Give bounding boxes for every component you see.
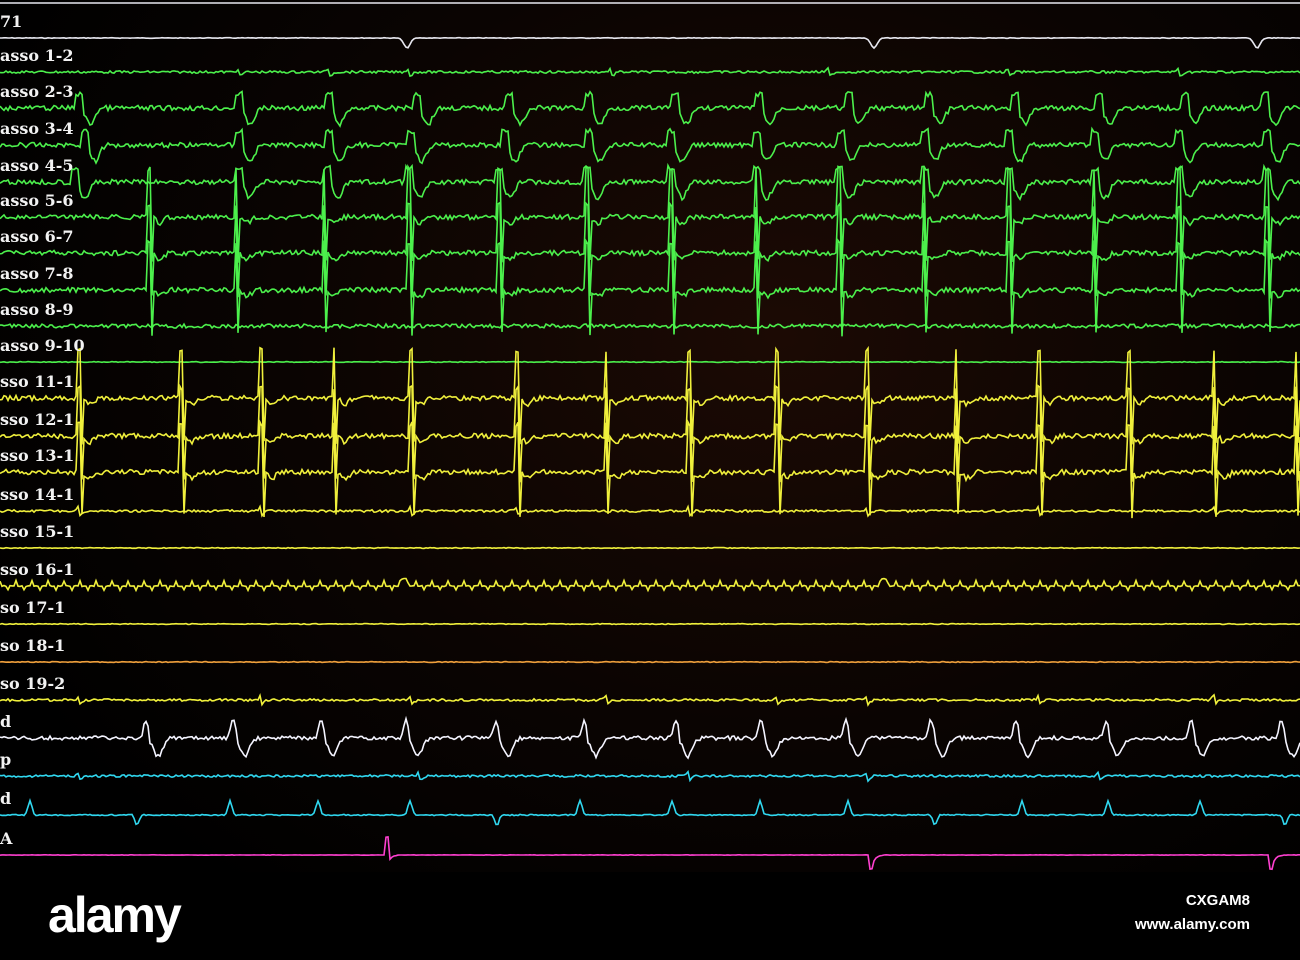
trace-channel-7 [0,238,1300,337]
channel-label: asso 4-5 [0,156,74,175]
alamy-logo: alamy [48,887,182,943]
channel-label: so 17-1 [0,598,66,617]
channel-label: asso 2-3 [0,82,74,101]
channel-label: asso 5-6 [0,191,74,210]
trace-channel-1 [0,66,1300,78]
channel-label: sso 15-1 [0,522,75,541]
channel-label: d [0,789,12,808]
site-url: www.alamy.com [1134,916,1250,933]
channel-label: asso 7-8 [0,264,74,283]
image-code: CXGAM8 [1185,892,1250,909]
channel-label: p [0,750,12,769]
trace-channel-14 [0,546,1300,550]
trace-channel-15 [0,577,1300,593]
trace-channel-17 [0,660,1300,664]
trace-channel-9 [0,360,1300,364]
channel-label: 71 [0,12,23,31]
trace-channel-2 [0,90,1300,128]
channel-label: asso 9-10 [0,336,85,355]
channel-label: sso 16-1 [0,560,75,579]
trace-channel-19 [0,715,1300,760]
channel-label: sso 13-1 [0,446,75,465]
trace-channel-4 [0,162,1300,202]
channel-label: d [0,712,12,731]
trace-channel-18 [0,692,1300,707]
channel-label: A [0,829,13,848]
channel-label: sso 11-1 [0,372,75,391]
channel-label: so 18-1 [0,636,66,655]
channel-label: asso 1-2 [0,46,74,65]
channel-label: asso 6-7 [0,227,74,246]
waveform-panel [0,2,1300,871]
ep-recording-display: 71 asso 1-2 asso 2-3 asso 3-4 asso 4-5 asso 5… [0,0,1300,960]
channel-label: sso 12-1 [0,410,75,429]
channel-label: sso 14-1 [0,485,75,504]
channel-label: asso 8-9 [0,300,74,319]
trace-channel-16 [0,622,1300,626]
trace-channel-0 [0,36,1300,50]
footer: alamy CXGAM8 www.alamy.com [0,872,1300,960]
trace-channel-3 [0,126,1300,165]
trace-channel-22 [0,835,1300,871]
trace-channel-8 [0,322,1300,330]
trace-channel-20 [0,769,1300,783]
channel-label: so 19-2 [0,674,66,693]
channel-label: asso 3-4 [0,119,74,138]
trace-channel-13 [0,504,1300,518]
trace-channel-11 [0,383,1300,483]
trace-channel-21 [0,797,1300,826]
